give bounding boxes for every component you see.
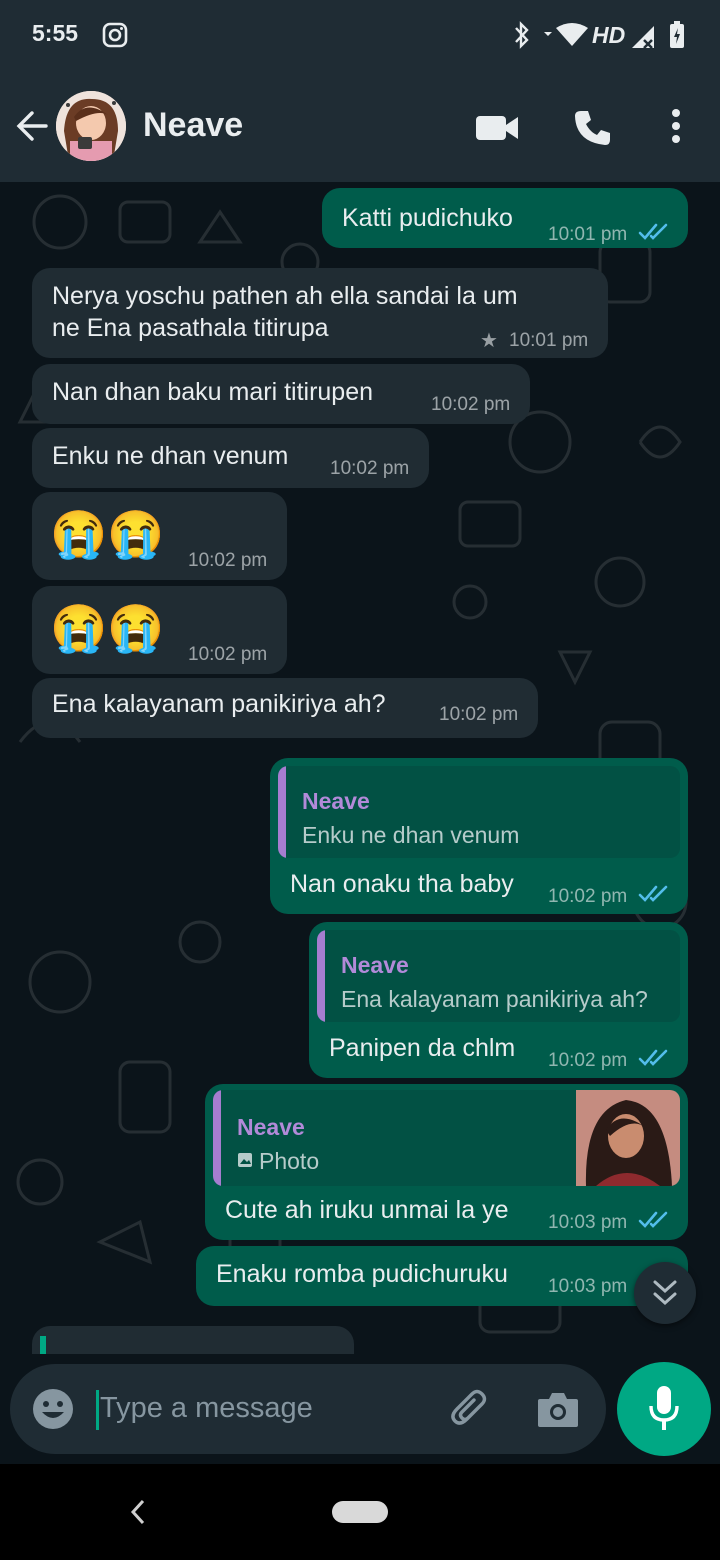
video-call-icon[interactable]: [474, 114, 520, 142]
double-chevron-down-icon: [653, 1280, 677, 1306]
message-time: 10:02 pm: [548, 886, 628, 907]
nav-back-icon[interactable]: [128, 1498, 148, 1526]
quoted-text: Photo: [259, 1148, 320, 1174]
network-label: HD: [592, 22, 626, 48]
crying-emoji-pair: 😭😭: [50, 508, 165, 560]
message-time: 10:01 pm: [509, 330, 589, 351]
wifi-icon: [544, 23, 588, 46]
contact-name[interactable]: Neave: [143, 106, 243, 145]
status-time: 5:55: [32, 20, 79, 46]
quoted-sender: Neave: [302, 788, 370, 814]
message-input[interactable]: Type a message: [100, 1392, 313, 1425]
message-text: Nan onaku tha baby: [290, 870, 514, 898]
battery-charging-icon: [670, 21, 684, 48]
message-line-1: Nerya yoschu pathen ah ella sandai la um: [52, 282, 518, 310]
star-icon: ★: [480, 330, 498, 352]
quoted-message[interactable]: Neave Ena kalayanam panikiriya ah?: [317, 930, 680, 1022]
message-time: 10:02 pm: [188, 644, 268, 665]
message-time: 10:01 pm: [548, 224, 628, 245]
quoted-sender: Neave: [341, 952, 409, 978]
quoted-message[interactable]: Neave Photo: [213, 1090, 680, 1186]
attach-icon[interactable]: [450, 1388, 492, 1430]
message-time: 10:03 pm: [548, 1276, 628, 1297]
microphone-button[interactable]: [617, 1362, 711, 1456]
message-text: Panipen da chlm: [329, 1034, 516, 1062]
message-input-container[interactable]: Type a message: [10, 1364, 606, 1454]
crying-emoji-pair: 😭😭: [50, 602, 165, 654]
read-ticks-icon: [638, 1049, 668, 1066]
signal-icon: [632, 26, 654, 49]
incoming-message[interactable]: Enku ne dhan venum 10:02 pm: [32, 428, 429, 488]
message-text: Enku ne dhan venum: [52, 442, 289, 470]
message-text: Katti pudichuko: [342, 204, 513, 232]
message-time: 10:02 pm: [431, 394, 511, 415]
read-ticks-icon: [638, 223, 668, 240]
bluetooth-icon: [515, 21, 529, 49]
incoming-message[interactable]: 😭😭 10:02 pm: [32, 586, 287, 674]
outgoing-reply-message[interactable]: Neave Photo Cute ah iruku unmai la ye 10…: [205, 1084, 688, 1240]
outgoing-reply-message[interactable]: Neave Ena kalayanam panikiriya ah? Panip…: [309, 922, 688, 1078]
nav-home-pill[interactable]: [332, 1501, 388, 1523]
quote-accent-bar: [213, 1090, 221, 1186]
system-navigation-bar: [0, 1464, 720, 1560]
avatar[interactable]: [56, 91, 126, 161]
quoted-text: Enku ne dhan venum: [302, 822, 520, 848]
chat-header: Neave: [0, 70, 720, 182]
outgoing-message[interactable]: Enaku romba pudichuruku 10:03 pm: [196, 1246, 688, 1306]
emoji-icon[interactable]: [32, 1388, 74, 1430]
quoted-text: Ena kalayanam panikiriya ah?: [341, 986, 648, 1012]
voice-call-icon[interactable]: [572, 108, 612, 148]
photo-icon: [238, 1153, 252, 1167]
outgoing-message[interactable]: Katti pudichuko 10:01 pm: [322, 188, 688, 248]
message-time: 10:02 pm: [439, 704, 519, 725]
quote-accent-bar: [278, 766, 286, 858]
message-text: Ena kalayanam panikiriya ah?: [52, 690, 386, 718]
avatar-illustration: [56, 91, 126, 161]
incoming-message[interactable]: Ena kalayanam panikiriya ah? 10:02 pm: [32, 678, 538, 738]
incoming-message[interactable]: Nerya yoschu pathen ah ella sandai la um…: [32, 268, 608, 358]
outgoing-reply-message[interactable]: Neave Enku ne dhan venum Nan onaku tha b…: [270, 758, 688, 914]
quoted-message[interactable]: Neave Enku ne dhan venum: [278, 766, 680, 858]
read-ticks-icon: [638, 885, 668, 902]
chat-area[interactable]: Katti pudichuko 10:01 pm Nerya yoschu pa…: [0, 182, 720, 1354]
camera-icon[interactable]: [536, 1389, 580, 1429]
message-time: 10:03 pm: [548, 1212, 628, 1233]
message-time: 10:02 pm: [188, 550, 268, 571]
message-text: Cute ah iruku unmai la ye: [225, 1196, 509, 1224]
message-composer: Type a message: [0, 1354, 720, 1464]
quoted-photo-thumbnail[interactable]: [576, 1090, 680, 1186]
instagram-icon: [102, 22, 128, 48]
status-bar: 5:55 HD: [0, 0, 720, 70]
incoming-message[interactable]: 😭😭 10:02 pm: [32, 492, 287, 580]
message-line-2: ne Ena pasathala titirupa: [52, 314, 329, 342]
read-ticks-icon: [638, 1211, 668, 1228]
message-time: 10:02 pm: [548, 1050, 628, 1071]
microphone-icon: [649, 1386, 679, 1430]
scroll-to-bottom-button[interactable]: [634, 1262, 696, 1324]
message-text: Nan dhan baku mari titirupen: [52, 378, 374, 406]
quote-accent-bar: [317, 930, 325, 1022]
back-arrow-icon[interactable]: [14, 108, 50, 144]
text-cursor: [96, 1390, 99, 1430]
incoming-message[interactable]: Nan dhan baku mari titirupen 10:02 pm: [32, 364, 530, 424]
quoted-sender: Neave: [237, 1114, 305, 1140]
more-options-icon[interactable]: [670, 108, 682, 144]
message-text: Enaku romba pudichuruku: [216, 1260, 508, 1288]
incoming-message-partial[interactable]: [32, 1326, 354, 1354]
message-time: 10:02 pm: [330, 458, 410, 479]
quote-accent-bar: [40, 1336, 46, 1354]
